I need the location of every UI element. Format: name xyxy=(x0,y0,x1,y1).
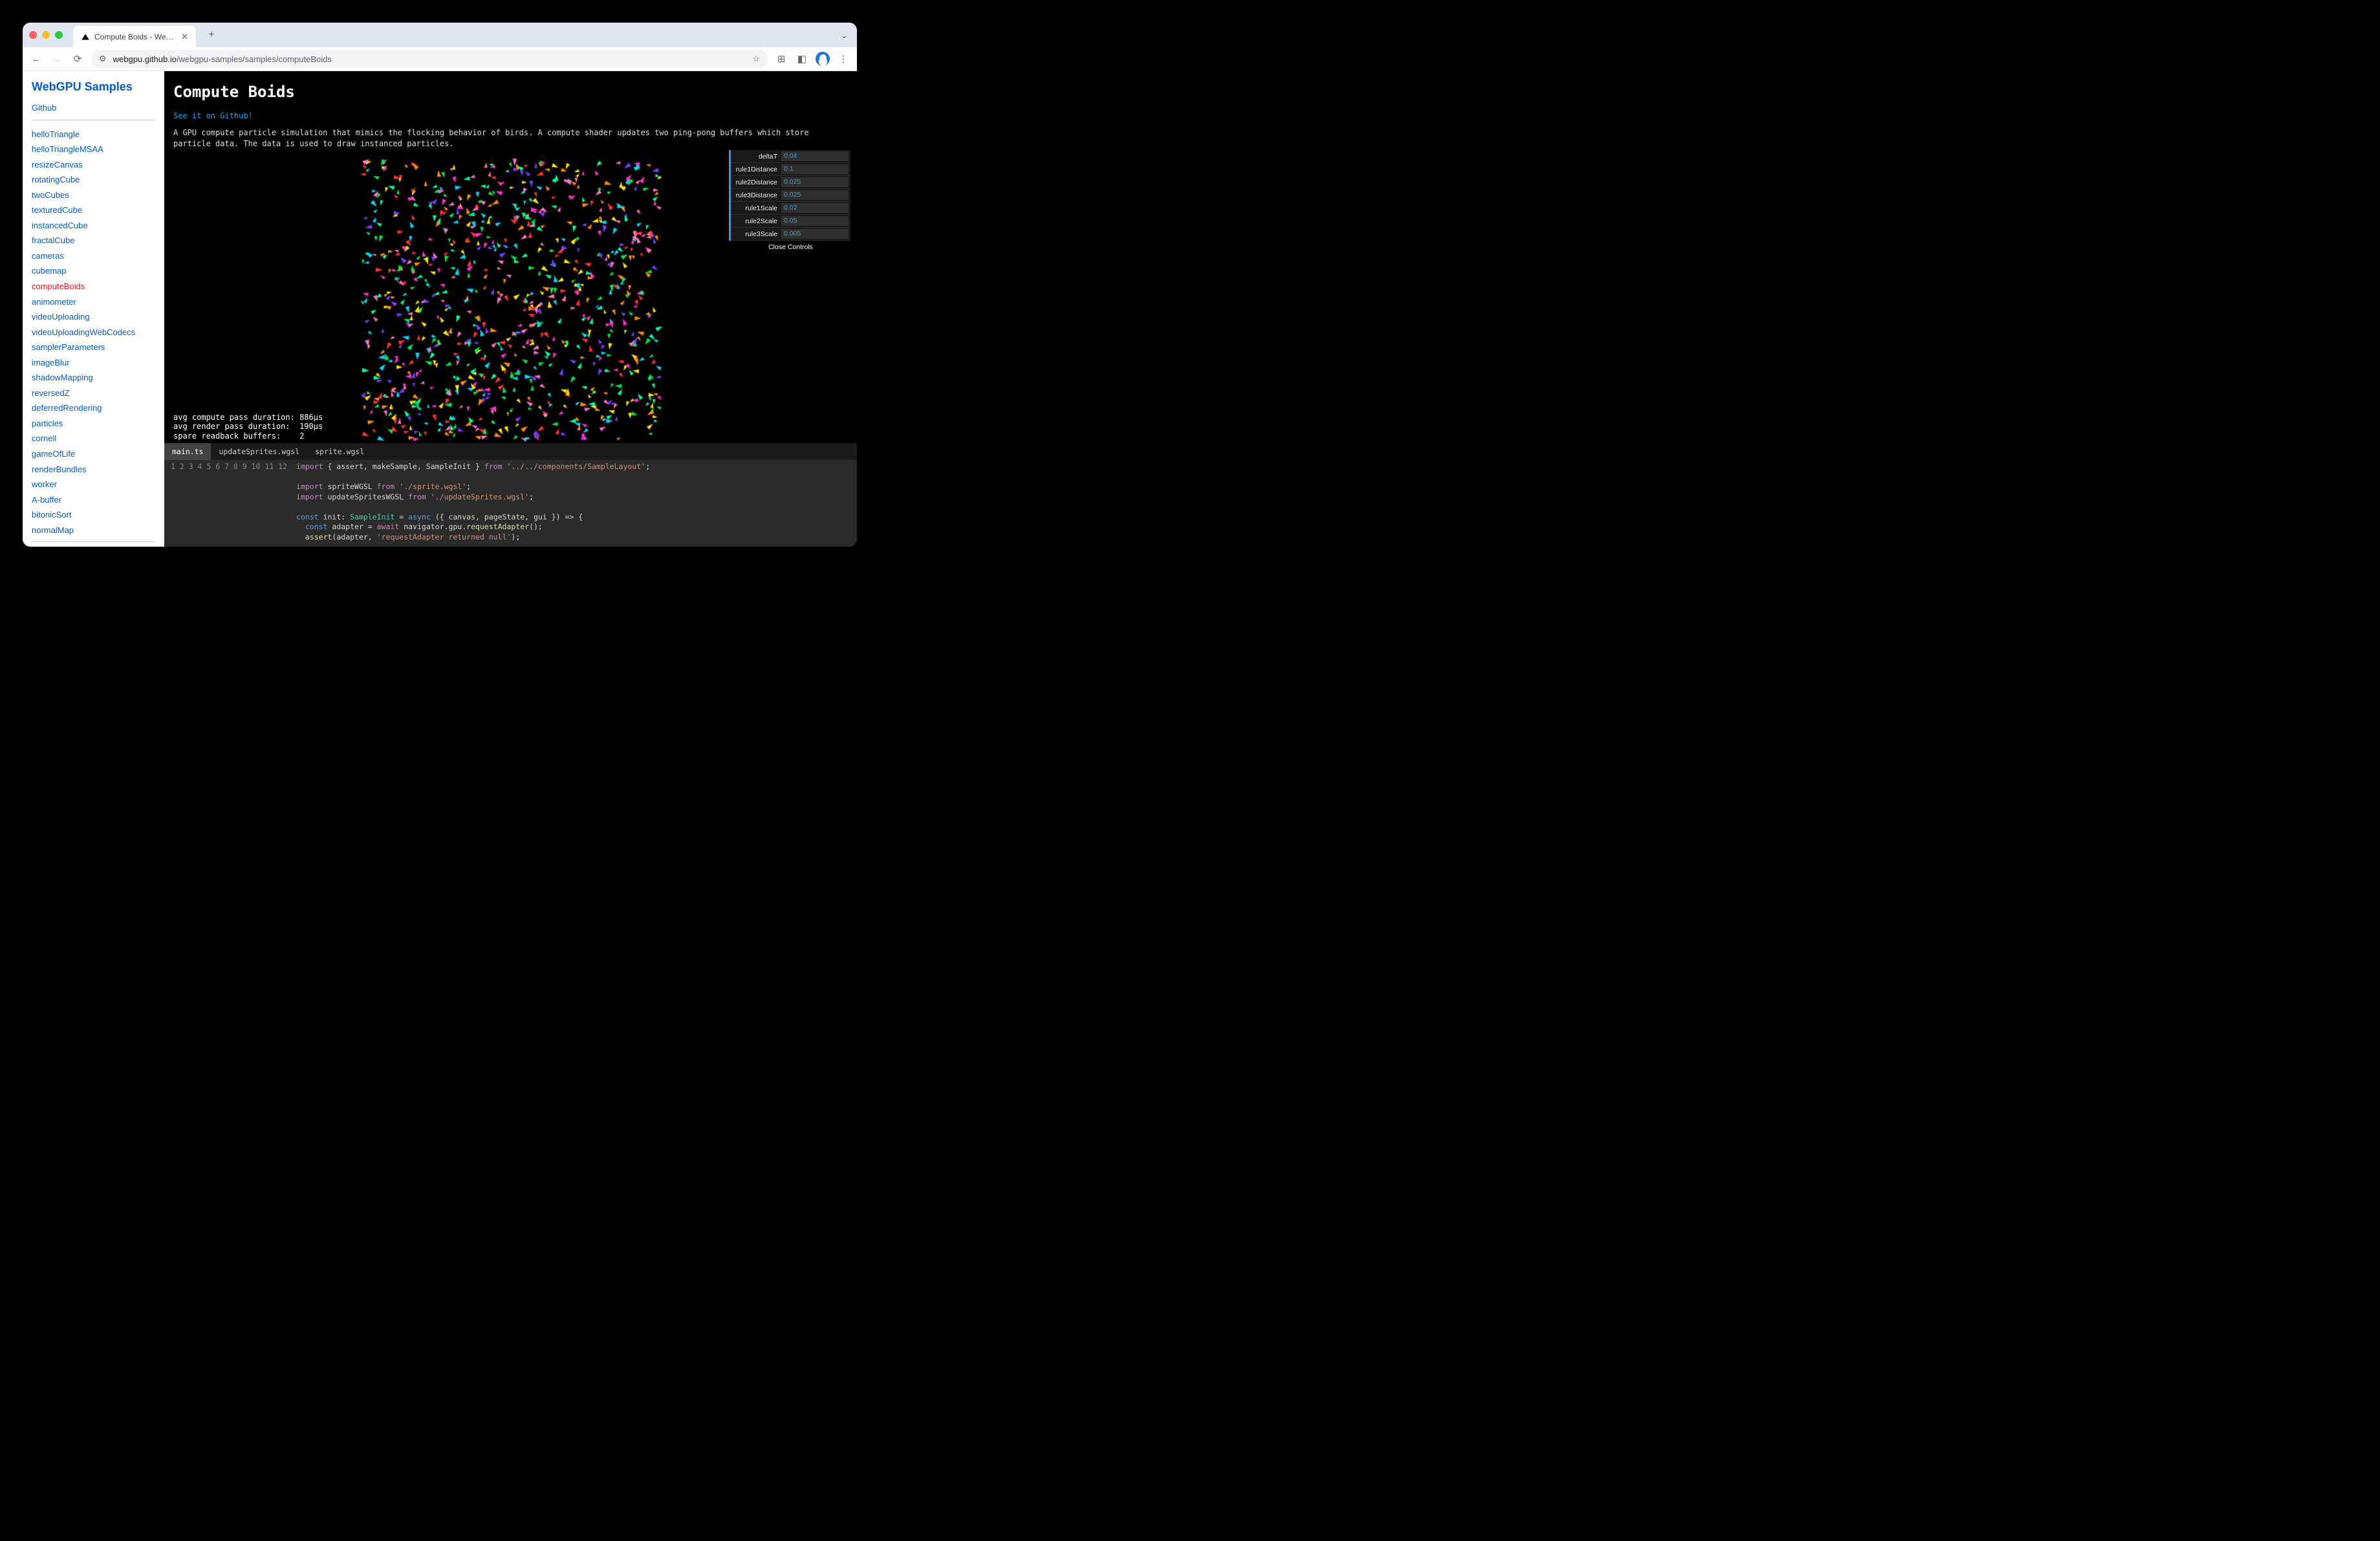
divider xyxy=(32,541,155,542)
gui-row-rule3Distance[interactable]: rule3Distance0.025 xyxy=(731,189,850,202)
tab-bar: Compute Boids - WebGPU S… ✕ + ⌄ xyxy=(23,23,857,47)
bookmark-icon[interactable]: ☆ xyxy=(752,54,760,64)
extensions-icon[interactable]: ⊞ xyxy=(774,53,788,65)
reload-button[interactable]: ⟳ xyxy=(70,53,85,65)
code-tab-sprite-wgsl[interactable]: sprite.wgsl xyxy=(307,443,372,460)
gui-row-rule1Distance[interactable]: rule1Distance0.1 xyxy=(731,163,850,176)
browser-window: Compute Boids - WebGPU S… ✕ + ⌄ ← → ⟳ ⚙ … xyxy=(23,23,857,547)
tabs-dropdown-icon[interactable]: ⌄ xyxy=(840,30,848,41)
gui-row-rule3Scale[interactable]: rule3Scale0.005 xyxy=(731,228,850,241)
toolbar-right: ⊞ ◧ ⋮ xyxy=(774,52,850,66)
sidebar: WebGPU Samples Github helloTrianglehello… xyxy=(23,71,164,547)
site-info-icon[interactable]: ⚙ xyxy=(99,54,107,64)
code-text: import { assert, makeSample, SampleInit … xyxy=(292,460,650,547)
minimize-window-icon[interactable] xyxy=(42,31,50,39)
page-description: A GPU compute particle simulation that m… xyxy=(173,127,848,150)
toolbar: ← → ⟳ ⚙ webgpu.github.io/webgpu-samples/… xyxy=(23,47,857,71)
sidebar-item-worker[interactable]: worker xyxy=(32,477,155,492)
dat-gui-panel: deltaT0.04rule1Distance0.1rule2Distance0… xyxy=(729,150,850,254)
window-controls xyxy=(29,31,63,39)
sidebar-item-shadowMapping[interactable]: shadowMapping xyxy=(32,370,155,386)
simulation-canvas-wrap xyxy=(359,158,663,443)
gui-label: rule3Scale xyxy=(731,230,781,238)
code-area: main.tsupdateSprites.wgslsprite.wgsl 1 2… xyxy=(164,443,857,547)
sidebar-item-resizeCanvas[interactable]: resizeCanvas xyxy=(32,157,155,173)
sidebar-item-videoUploadingWebCodecs[interactable]: videoUploadingWebCodecs xyxy=(32,325,155,340)
sidebar-item-bitonicSort[interactable]: bitonicSort xyxy=(32,507,155,523)
url-text: webgpu.github.io/webgpu-samples/samples/… xyxy=(113,54,332,64)
address-bar[interactable]: ⚙ webgpu.github.io/webgpu-samples/sample… xyxy=(91,50,768,68)
page-heading: Compute Boids xyxy=(173,83,848,101)
tab-title: Compute Boids - WebGPU S… xyxy=(94,32,174,41)
sidebar-item-helloTriangle[interactable]: helloTriangle xyxy=(32,127,155,142)
gui-label: rule1Scale xyxy=(731,204,781,212)
sidebar-item-deferredRendering[interactable]: deferredRendering xyxy=(32,400,155,416)
close-controls-button[interactable]: Close Controls xyxy=(729,241,850,254)
sidebar-item-normalMap[interactable]: normalMap xyxy=(32,523,155,538)
sidebar-item-samplerParameters[interactable]: samplerParameters xyxy=(32,340,155,355)
sidebar-item-animometer[interactable]: animometer xyxy=(32,294,155,310)
gui-value-input[interactable]: 0.025 xyxy=(781,177,849,187)
line-gutter: 1 2 3 4 5 6 7 8 9 10 11 12 xyxy=(164,460,292,547)
back-button[interactable]: ← xyxy=(29,54,43,65)
code-tabs: main.tsupdateSprites.wgslsprite.wgsl xyxy=(164,443,857,460)
gui-value-input[interactable]: 0.02 xyxy=(781,203,849,213)
gui-value-input[interactable]: 0.025 xyxy=(781,190,849,200)
sidebar-item-helloTriangleMSAA[interactable]: helloTriangleMSAA xyxy=(32,142,155,157)
sidebar-item-gameOfLife[interactable]: gameOfLife xyxy=(32,446,155,462)
gui-value-input[interactable]: 0.005 xyxy=(781,229,849,239)
profile-avatar-icon[interactable] xyxy=(816,52,830,66)
gui-label: rule1Distance xyxy=(731,166,781,173)
sidebar-title: WebGPU Samples xyxy=(32,80,155,94)
panel-icon[interactable]: ◧ xyxy=(795,53,809,65)
sidebar-item-fractalCube[interactable]: fractalCube xyxy=(32,233,155,248)
code-tab-main-ts[interactable]: main.ts xyxy=(164,443,211,460)
stats-readout: avg compute pass duration: 886µs avg ren… xyxy=(173,413,323,441)
sidebar-github-link[interactable]: Github xyxy=(32,100,155,116)
sidebar-item-reversedZ[interactable]: reversedZ xyxy=(32,386,155,401)
gui-value-input[interactable]: 0.05 xyxy=(781,216,849,226)
sidebar-item-imageBlur[interactable]: imageBlur xyxy=(32,355,155,371)
page-content: WebGPU Samples Github helloTrianglehello… xyxy=(23,71,857,547)
see-on-github-link[interactable]: See it on Github! xyxy=(173,111,253,120)
forward-button[interactable]: → xyxy=(50,54,64,65)
sidebar-item-cornell[interactable]: cornell xyxy=(32,431,155,446)
new-tab-button[interactable]: + xyxy=(204,27,219,43)
gui-row-rule2Distance[interactable]: rule2Distance0.025 xyxy=(731,176,850,189)
sidebar-item-particles[interactable]: particles xyxy=(32,416,155,432)
sidebar-item-renderBundles[interactable]: renderBundles xyxy=(32,462,155,477)
menu-icon[interactable]: ⋮ xyxy=(836,53,850,65)
sidebar-item-twoCubes[interactable]: twoCubes xyxy=(32,188,155,203)
gui-label: rule2Distance xyxy=(731,179,781,186)
sidebar-item-texturedCube[interactable]: texturedCube xyxy=(32,202,155,218)
main-panel: Compute Boids See it on Github! A GPU co… xyxy=(164,71,857,547)
boids-canvas xyxy=(359,158,663,443)
gui-value-input[interactable]: 0.1 xyxy=(781,164,849,174)
gui-row-deltaT[interactable]: deltaT0.04 xyxy=(731,150,850,163)
gui-row-rule1Scale[interactable]: rule1Scale0.02 xyxy=(731,202,850,215)
browser-tab[interactable]: Compute Boids - WebGPU S… ✕ xyxy=(73,26,196,47)
close-tab-icon[interactable]: ✕ xyxy=(181,32,188,42)
sidebar-item-computeBoids[interactable]: computeBoids xyxy=(32,279,155,294)
sidebar-item-videoUploading[interactable]: videoUploading xyxy=(32,309,155,325)
gui-row-rule2Scale[interactable]: rule2Scale0.05 xyxy=(731,215,850,228)
maximize-window-icon[interactable] xyxy=(55,31,63,39)
sidebar-item-A-buffer[interactable]: A-buffer xyxy=(32,492,155,508)
favicon-icon xyxy=(81,32,90,41)
sidebar-item-cameras[interactable]: cameras xyxy=(32,248,155,264)
code-body: 1 2 3 4 5 6 7 8 9 10 11 12 import { asse… xyxy=(164,460,857,547)
gui-label: rule2Scale xyxy=(731,217,781,225)
sidebar-item-instancedCube[interactable]: instancedCube xyxy=(32,218,155,234)
gui-label: rule3Distance xyxy=(731,191,781,199)
gui-label: deltaT xyxy=(731,153,781,160)
sidebar-item-rotatingCube[interactable]: rotatingCube xyxy=(32,172,155,188)
close-window-icon[interactable] xyxy=(29,31,37,39)
gui-value-input[interactable]: 0.04 xyxy=(781,151,849,161)
sidebar-item-cubemap[interactable]: cubemap xyxy=(32,263,155,279)
code-tab-updateSprites-wgsl[interactable]: updateSprites.wgsl xyxy=(211,443,307,460)
